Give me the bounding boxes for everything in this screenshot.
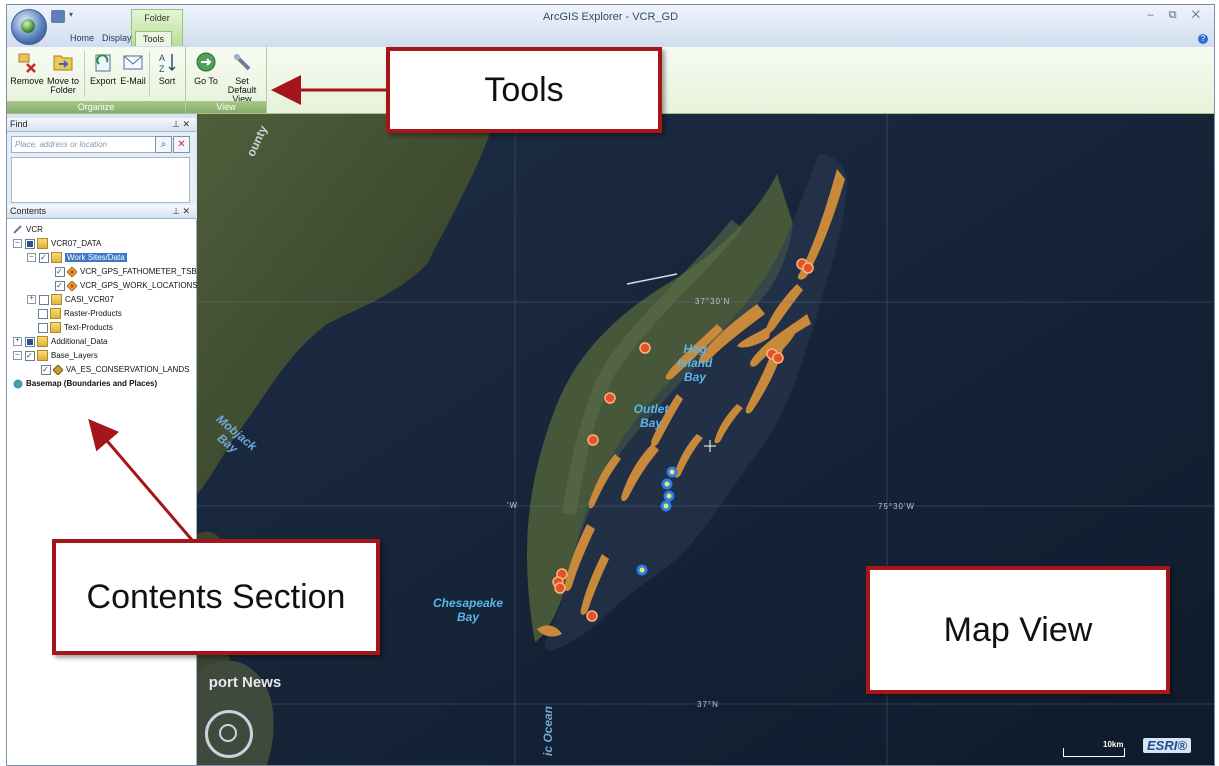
contents-arrow bbox=[88, 418, 194, 541]
callout-tools: Tools bbox=[386, 47, 662, 133]
callout-map-view: Map View bbox=[866, 566, 1170, 694]
callout-contents-section: Contents Section bbox=[52, 539, 380, 655]
